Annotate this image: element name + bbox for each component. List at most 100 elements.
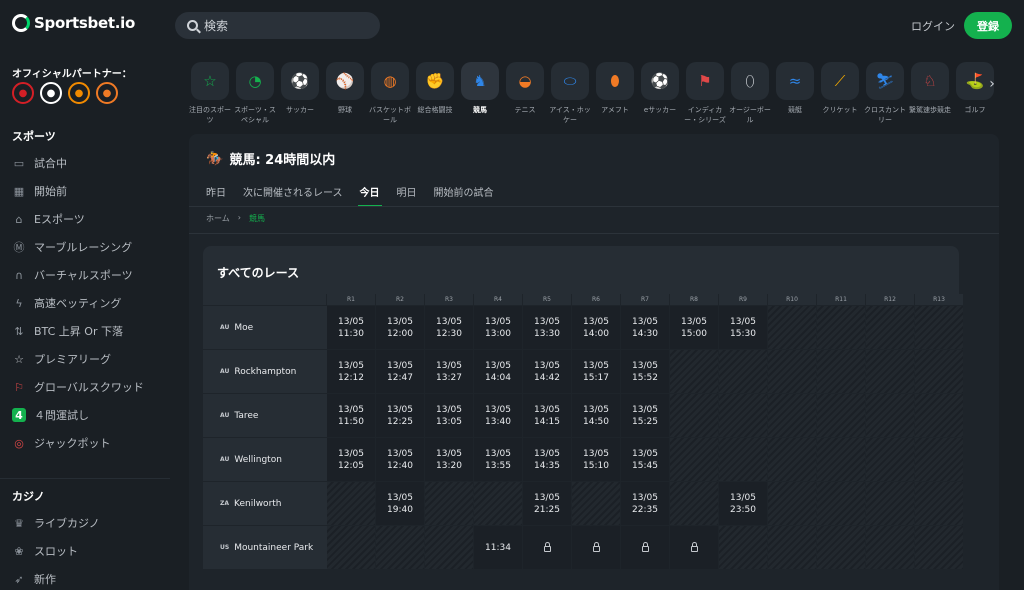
race-cell[interactable]: 13/05 15:25 [621, 394, 669, 437]
hull-city-logo[interactable]: ● [68, 82, 90, 104]
race-cell[interactable]: 11:34 [474, 526, 522, 569]
race-cell[interactable]: 13/05 12:05 [327, 438, 375, 481]
sport-tab-label: テニス [514, 106, 536, 114]
race-cell[interactable]: 13/05 12:00 [376, 306, 424, 349]
race-cell[interactable]: 13/05 21:25 [523, 482, 571, 525]
race-cell[interactable] [670, 526, 718, 569]
sport-tab[interactable]: ⬭ アイス・ホッケー [549, 60, 591, 125]
tab-4[interactable]: 開始前の試合 [434, 184, 494, 207]
sidebar-item[interactable]: ➶ 新作 [12, 569, 56, 589]
sport-tab[interactable]: ⚽ eサッカー [639, 60, 681, 115]
race-cell[interactable]: 13/05 13:30 [523, 306, 571, 349]
venue-row[interactable]: AU Taree [203, 394, 327, 437]
sidebar-item[interactable]: ⚐ グローバルスクワッド [12, 377, 144, 397]
sidebar-item[interactable]: ∩ バーチャルスポーツ [12, 265, 133, 285]
sport-tab[interactable]: ⟋ クリケット [819, 60, 861, 115]
sidebar-item[interactable]: ⌂ Eスポーツ [12, 209, 85, 229]
login-button[interactable]: ログイン [911, 18, 955, 34]
race-cell[interactable]: 13/05 12:40 [376, 438, 424, 481]
sidebar-item[interactable]: 4 ４問運試し [12, 405, 89, 425]
sidebar-item[interactable]: ❀ スロット [12, 541, 78, 561]
race-cell[interactable]: 13/05 19:40 [376, 482, 424, 525]
venue-row[interactable]: US Mountaineer Park [203, 526, 327, 569]
breadcrumb-home[interactable]: ホーム [206, 213, 230, 224]
tab-3[interactable]: 明日 [397, 184, 417, 207]
race-cell[interactable]: 13/05 13:00 [474, 306, 522, 349]
sport-tab[interactable]: ⬮ アメフト [594, 60, 636, 115]
race-cell[interactable]: 13/05 12:25 [376, 394, 424, 437]
register-button[interactable]: 登録 [964, 12, 1012, 39]
chevron-right-icon[interactable]: › [985, 72, 999, 96]
sport-tab[interactable]: ♞ 競馬 [459, 60, 501, 115]
race-cell[interactable]: 13/05 14:04 [474, 350, 522, 393]
race-cell-empty [768, 350, 816, 393]
race-cell[interactable]: 13/05 14:15 [523, 394, 571, 437]
race-cell[interactable]: 13/05 14:30 [621, 306, 669, 349]
race-cell[interactable]: 13/05 15:10 [572, 438, 620, 481]
sport-tab[interactable]: ≈ 競艇 [774, 60, 816, 115]
brand-logo[interactable]: Sportsbet.io [12, 14, 135, 32]
race-cell[interactable] [572, 526, 620, 569]
tab-2[interactable]: 今日 [357, 184, 382, 207]
race-cell[interactable] [523, 526, 571, 569]
race-cell[interactable]: 13/05 15:17 [572, 350, 620, 393]
boat-icon: ≈ [776, 62, 814, 100]
sidebar-item[interactable]: ▭ 試合中 [12, 153, 67, 173]
event-title-text: 競馬: 24時間以内 [229, 153, 336, 168]
race-cell[interactable]: 13/05 14:35 [523, 438, 571, 481]
tab-0[interactable]: 昨日 [206, 184, 226, 207]
sport-tab[interactable]: ⚑ インディカー・シリーズ [684, 60, 726, 125]
race-cell[interactable]: 13/05 13:05 [425, 394, 473, 437]
venue-row[interactable]: ZA Kenilworth [203, 482, 327, 525]
sport-tab[interactable]: ✊ 総合格闘技 [414, 60, 456, 115]
race-cell[interactable]: 13/05 11:50 [327, 394, 375, 437]
race-cell[interactable]: 13/05 22:35 [621, 482, 669, 525]
race-cell[interactable]: 13/05 14:42 [523, 350, 571, 393]
sidebar-item[interactable]: ◎ ジャックポット [12, 433, 110, 453]
sidebar-item[interactable]: Ⓜ マーブルレーシング [12, 237, 133, 257]
race-cell[interactable]: 13/05 14:00 [572, 306, 620, 349]
race-cell[interactable]: 13/05 12:47 [376, 350, 424, 393]
basketball-logo[interactable]: ● [96, 82, 118, 104]
sidebar-item[interactable]: ♛ ライブカジノ [12, 513, 100, 533]
race-cell[interactable]: 13/05 13:40 [474, 394, 522, 437]
search-box[interactable] [175, 12, 380, 39]
sport-tab[interactable]: ◍ バスケットボール [369, 60, 411, 125]
sidebar-item[interactable]: ⇅ BTC 上昇 Or 下落 [12, 321, 123, 341]
sidebar-item[interactable]: ▦ 開始前 [12, 181, 67, 201]
venue-row[interactable]: AU Wellington [203, 438, 327, 481]
race-cell[interactable]: 13/05 15:00 [670, 306, 718, 349]
search-input[interactable] [204, 18, 364, 33]
race-cell[interactable]: 13/05 15:52 [621, 350, 669, 393]
race-cell[interactable]: 13/05 11:30 [327, 306, 375, 349]
race-cell[interactable] [621, 526, 669, 569]
venue-row[interactable]: AU Rockhampton [203, 350, 327, 393]
sport-tab[interactable]: ⚾ 野球 [324, 60, 366, 115]
sport-tab[interactable]: ◔ スポーツ・スペシャル [234, 60, 276, 125]
sport-tab[interactable]: ☆ 注目のスポーツ [189, 60, 231, 125]
race-date: 13/05 [583, 404, 609, 415]
sidebar-item[interactable]: ϟ 高速ベッティング [12, 293, 121, 313]
tab-1[interactable]: 次に開催されるレース [243, 184, 343, 207]
sport-tab[interactable]: ⬯ オージーボール [729, 60, 771, 125]
race-cell[interactable]: 13/05 14:50 [572, 394, 620, 437]
race-cell-empty [817, 438, 865, 481]
race-time: 19:40 [387, 504, 413, 515]
newcastle-logo[interactable]: ● [40, 82, 62, 104]
race-cell[interactable]: 13/05 12:30 [425, 306, 473, 349]
race-cell[interactable]: 13/05 13:55 [474, 438, 522, 481]
race-cell[interactable]: 13/05 23:50 [719, 482, 767, 525]
race-cell[interactable]: 13/05 15:45 [621, 438, 669, 481]
sport-tab[interactable]: ⛷ クロスカントリー [864, 60, 906, 125]
flamengo-logo[interactable]: ● [12, 82, 34, 104]
sidebar-item[interactable]: ☆ プレミアリーグ [12, 349, 111, 369]
sport-tab[interactable]: ⚽ サッカー [279, 60, 321, 115]
sport-tab[interactable]: ◒ テニス [504, 60, 546, 115]
race-cell[interactable]: 13/05 13:27 [425, 350, 473, 393]
race-cell[interactable]: 13/05 12:12 [327, 350, 375, 393]
race-cell[interactable]: 13/05 15:30 [719, 306, 767, 349]
race-cell-empty [768, 394, 816, 437]
sport-tab[interactable]: ♘ 繋駕速歩競走 [909, 60, 951, 115]
race-cell[interactable]: 13/05 13:20 [425, 438, 473, 481]
venue-row[interactable]: AU Moe [203, 306, 327, 349]
